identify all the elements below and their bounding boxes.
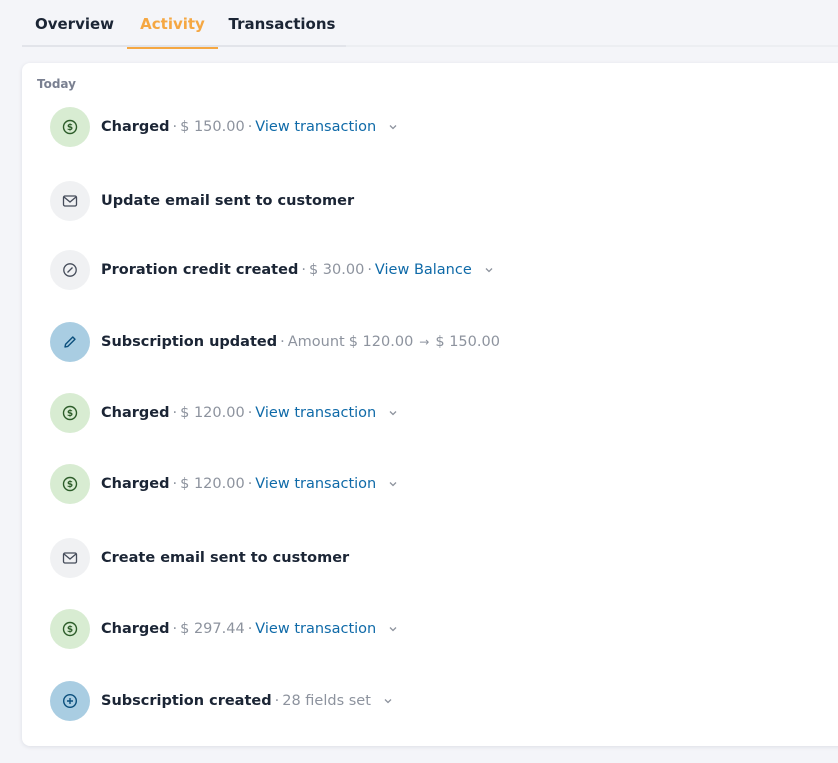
amount: $ 297.44 bbox=[180, 621, 245, 637]
activity-title: Charged bbox=[101, 119, 170, 135]
view-transaction-link[interactable]: View transaction bbox=[255, 119, 376, 135]
separator-dot: · bbox=[247, 476, 253, 492]
dollar-circle-icon: $ bbox=[50, 107, 90, 147]
dollar-circle-icon: $ bbox=[50, 464, 90, 504]
svg-text:$: $ bbox=[67, 480, 73, 490]
svg-text:$: $ bbox=[67, 409, 73, 419]
tab-bar: Overview Activity Transactions bbox=[22, 0, 346, 49]
activity-title: Charged bbox=[101, 476, 170, 492]
separator-dot: · bbox=[172, 405, 178, 421]
activity-item-charged: $ Charged · $ 297.44 · View transaction bbox=[50, 609, 399, 649]
amount: $ 120.00 bbox=[180, 476, 245, 492]
chevron-down-icon[interactable] bbox=[387, 407, 399, 419]
activity-title: Subscription updated bbox=[101, 334, 278, 350]
amount-from: $ 120.00 bbox=[348, 334, 414, 350]
separator-dot: · bbox=[247, 405, 253, 421]
mail-icon bbox=[50, 538, 90, 578]
svg-text:$: $ bbox=[67, 625, 73, 635]
activity-item-email: Update email sent to customer bbox=[50, 181, 354, 221]
fields-set-detail: 28 fields set bbox=[282, 693, 371, 709]
activity-item-email: Create email sent to customer bbox=[50, 538, 349, 578]
separator-dot: · bbox=[172, 119, 178, 135]
plus-circle-icon bbox=[50, 681, 90, 721]
separator-dot: · bbox=[274, 693, 280, 709]
activity-title: Charged bbox=[101, 405, 170, 421]
view-balance-link[interactable]: View Balance bbox=[375, 262, 472, 278]
tab-activity[interactable]: Activity bbox=[127, 0, 218, 49]
activity-item-charged: $ Charged · $ 120.00 · View transaction bbox=[50, 464, 399, 504]
arrow-right-icon: → bbox=[419, 335, 430, 349]
chevron-down-icon[interactable] bbox=[387, 121, 399, 133]
separator-dot: · bbox=[172, 476, 178, 492]
tab-bar-divider bbox=[346, 45, 838, 47]
view-transaction-link[interactable]: View transaction bbox=[255, 405, 376, 421]
group-label-today: Today bbox=[37, 77, 76, 91]
tab-transactions[interactable]: Transactions bbox=[218, 0, 346, 47]
activity-card: Today $ Charged · $ 150.00 · View transa… bbox=[22, 63, 838, 746]
tab-overview[interactable]: Overview bbox=[22, 0, 127, 47]
amount: $ 120.00 bbox=[180, 405, 245, 421]
activity-item-subscription-updated: Subscription updated · Amount $ 120.00 →… bbox=[50, 322, 500, 362]
activity-title: Charged bbox=[101, 621, 170, 637]
activity-item-charged: $ Charged · $ 120.00 · View transaction bbox=[50, 393, 399, 433]
activity-title: Proration credit created bbox=[101, 262, 299, 278]
dollar-circle-icon: $ bbox=[50, 393, 90, 433]
amount: $ 30.00 bbox=[308, 262, 365, 278]
separator-dot: · bbox=[367, 262, 372, 278]
activity-item-subscription-created: Subscription created · 28 fields set bbox=[50, 681, 394, 721]
activity-item-proration: Proration credit created · $ 30.00 · Vie… bbox=[50, 250, 495, 290]
view-transaction-link[interactable]: View transaction bbox=[255, 621, 376, 637]
activity-title: Update email sent to customer bbox=[101, 193, 355, 209]
chevron-down-icon[interactable] bbox=[387, 478, 399, 490]
activity-title: Subscription created bbox=[101, 693, 272, 709]
separator-dot: · bbox=[301, 262, 306, 278]
separator-dot: · bbox=[280, 334, 285, 350]
chevron-down-icon[interactable] bbox=[382, 695, 394, 707]
amount-to: $ 150.00 bbox=[435, 334, 500, 350]
dollar-circle-icon: $ bbox=[50, 609, 90, 649]
svg-text:$: $ bbox=[67, 123, 73, 133]
chevron-down-icon[interactable] bbox=[483, 264, 495, 276]
pencil-icon bbox=[50, 322, 90, 362]
mail-icon bbox=[50, 181, 90, 221]
chevron-down-icon[interactable] bbox=[387, 623, 399, 635]
credit-icon bbox=[50, 250, 90, 290]
amount-label: Amount bbox=[287, 334, 345, 350]
activity-title: Create email sent to customer bbox=[101, 550, 350, 566]
separator-dot: · bbox=[247, 621, 253, 637]
separator-dot: · bbox=[247, 119, 253, 135]
activity-item-charged: $ Charged · $ 150.00 · View transaction bbox=[50, 107, 399, 147]
separator-dot: · bbox=[172, 621, 178, 637]
amount: $ 150.00 bbox=[180, 119, 245, 135]
view-transaction-link[interactable]: View transaction bbox=[255, 476, 376, 492]
